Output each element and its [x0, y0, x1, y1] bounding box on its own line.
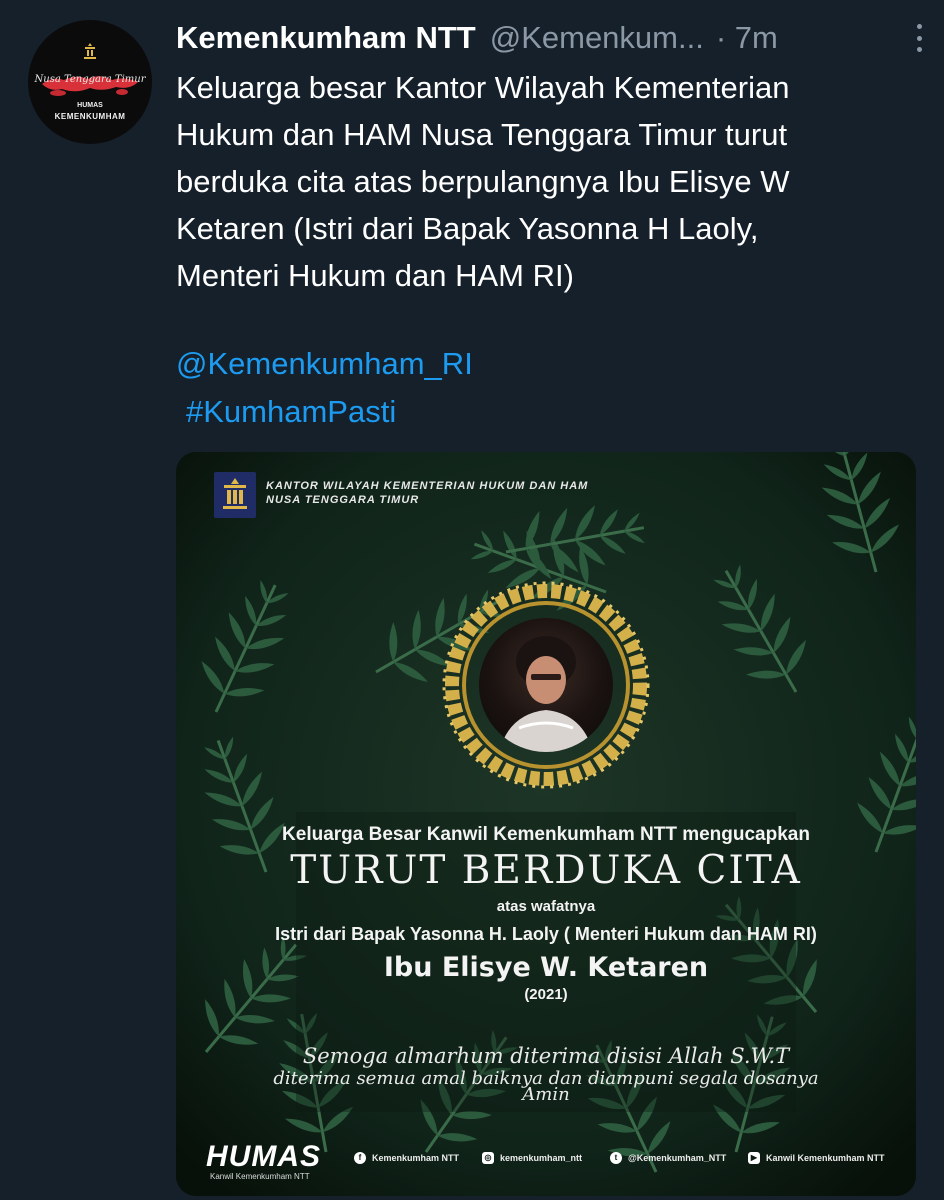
deceased-name: Ibu Elisye W. Ketaren	[383, 952, 709, 983]
emblem-icon	[84, 43, 96, 59]
kemenkumham-emblem-icon	[223, 478, 247, 509]
twitter-icon: t	[610, 1152, 622, 1164]
avatar-label-bottom: KEMENKUMHAM	[54, 112, 126, 121]
display-name[interactable]: Kemenkumham NTT	[176, 20, 476, 56]
tweet-header: Kemenkumham NTT @Kemenkum... · 7m	[176, 14, 916, 62]
tweet-line: Hukum dan HAM Nusa Tenggara Timur turut	[176, 117, 788, 152]
kemenkumham-logo	[214, 472, 256, 518]
condolence-title: TURUT BERDUKA CITA	[290, 848, 802, 893]
youtube-label: Kanwil Kemenkumham NTT	[766, 1153, 885, 1163]
more-options-icon[interactable]	[914, 24, 924, 52]
tweet-line: Ketaren (Istri dari Bapak Yasonna H Laol…	[176, 211, 759, 246]
condolence-relation: Istri dari Bapak Yasonna H. Laoly ( Ment…	[275, 924, 817, 944]
facebook-icon: f	[354, 1152, 366, 1164]
tweet-line: Keluarga besar Kantor Wilayah Kementeria…	[176, 70, 790, 105]
user-handle[interactable]: @Kemenkum...	[490, 20, 704, 56]
prayer-line: Amin	[522, 1084, 570, 1105]
office-name-line1: KANTOR WILAYAH KEMENTERIAN HUKUM DAN HAM	[266, 480, 589, 492]
tweet-text: Keluarga besar Kantor Wilayah Kementeria…	[176, 64, 916, 299]
prayer-line: Semoga almarhum diterima disisi Allah S.…	[302, 1044, 790, 1068]
office-name-line2: NUSA TENGGARA TIMUR	[266, 494, 420, 506]
tweet-line: Menteri Hukum dan HAM RI)	[176, 258, 574, 293]
instagram-icon: ◎	[482, 1152, 494, 1164]
tweet-timestamp[interactable]: · 7m	[716, 20, 778, 56]
condolence-subtitle: atas wafatnya	[496, 898, 596, 915]
tweet-line: berduka cita atas berpulangnya Ibu Elisy…	[176, 164, 790, 199]
avatar-label-top: HUMAS	[77, 102, 103, 109]
instagram-handle: ◎ kemenkumham_ntt	[482, 1152, 582, 1164]
youtube-icon: ▶	[748, 1152, 760, 1164]
twitter-label: @Kemenkumham_NTT	[628, 1153, 727, 1163]
facebook-handle: f Kemenkumham NTT	[354, 1152, 459, 1164]
hashtag-link[interactable]: #KumhamPasti	[186, 394, 396, 430]
mention-link[interactable]: @Kemenkumham_RI	[176, 346, 473, 382]
youtube-handle: ▶ Kanwil Kemenkumham NTT	[748, 1152, 885, 1164]
facebook-label: Kemenkumham NTT	[372, 1153, 460, 1163]
portrait-frame	[441, 580, 651, 790]
portrait-photo	[479, 618, 613, 752]
twitter-handle: t @Kemenkumham_NTT	[610, 1152, 726, 1164]
instagram-label: kemenkumham_ntt	[500, 1153, 583, 1163]
humas-subtitle: Kanwil Kemenkumham NTT	[210, 1172, 310, 1181]
condolence-intro: Keluarga Besar Kanwil Kemenkumham NTT me…	[282, 824, 810, 845]
tweet-media-image[interactable]: KANTOR WILAYAH KEMENTERIAN HUKUM DAN HAM…	[176, 452, 916, 1196]
avatar-script-text: Nusa Tenggara Timur	[34, 74, 146, 85]
media-footer: HUMAS Kanwil Kemenkumham NTT f Kemenkumh…	[176, 1140, 916, 1186]
condolence-year: (2021)	[524, 986, 568, 1003]
humas-logo-text: HUMAS	[206, 1140, 321, 1173]
profile-avatar[interactable]: Nusa Tenggara Timur HUMAS KEMENKUMHAM	[28, 20, 152, 144]
